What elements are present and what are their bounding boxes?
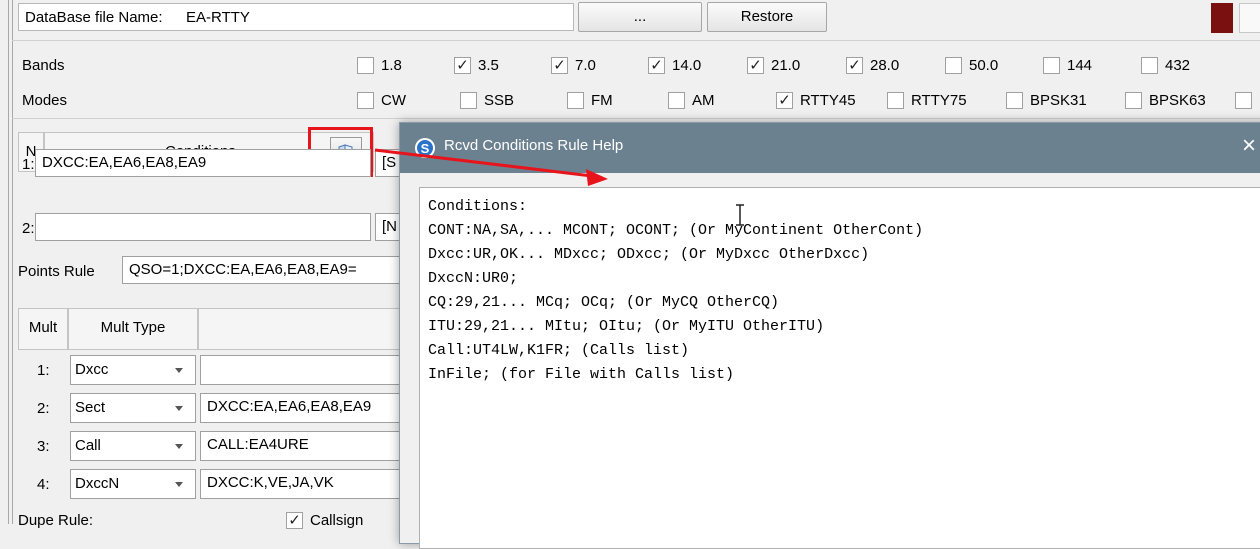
annotation-arrowhead bbox=[586, 169, 608, 186]
annotation-arrow-layer bbox=[374, 148, 608, 186]
annotation-arrow bbox=[374, 148, 593, 178]
